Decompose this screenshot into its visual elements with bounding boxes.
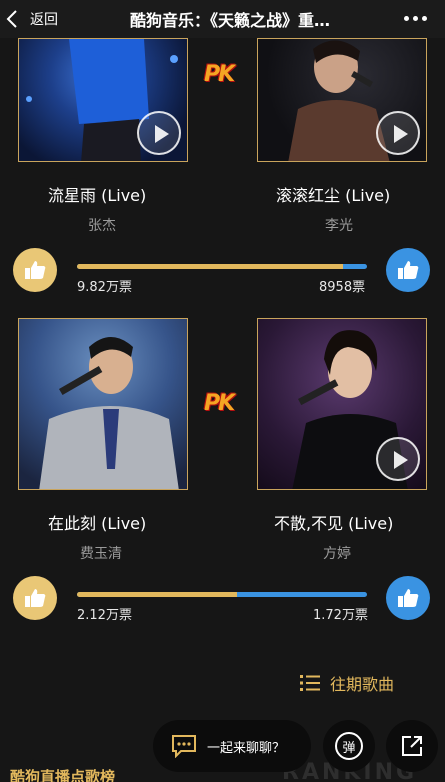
play-icon[interactable] [376, 111, 420, 155]
thumbs-up-icon [25, 261, 46, 279]
thumbs-up-icon [398, 589, 419, 607]
chat-placeholder: 一起来聊聊？ [207, 740, 286, 756]
section-title: 酷狗直播点歌榜 [10, 768, 116, 782]
history-label: 往期歌曲 [330, 675, 395, 694]
top-bar: 返回 酷狗音乐：《天籁之战》重… [0, 0, 445, 38]
left-singer-2: 费玉清 [80, 546, 122, 562]
more-button[interactable] [404, 16, 427, 21]
left-cover-1[interactable] [18, 38, 188, 162]
play-icon[interactable] [137, 111, 181, 155]
thumbs-up-icon [398, 261, 419, 279]
thumbs-up-icon [25, 589, 46, 607]
right-singer-1: 李光 [325, 218, 353, 234]
more-dots-icon [404, 16, 409, 21]
back-button[interactable]: 返回 [6, 6, 58, 32]
left-song-title-1[interactable]: 流星雨 (Live) [48, 182, 146, 206]
danmu-label: 弹 [335, 732, 363, 760]
share-button[interactable] [386, 720, 438, 772]
singer-figure [39, 337, 179, 489]
right-vote-count-2: 1.72万票 [313, 608, 368, 623]
right-song-title-2[interactable]: 不散,不见 (Live) [274, 510, 393, 534]
vote-ratio-fill-2 [77, 592, 238, 597]
vote-right-button-2[interactable] [386, 576, 430, 620]
right-song-title-1[interactable]: 滚滚红尘 (Live) [276, 182, 390, 206]
right-cover-1[interactable] [257, 38, 427, 162]
vote-ratio-bar-2 [77, 592, 367, 597]
vote-right-button-1[interactable] [386, 248, 430, 292]
left-song-title-2[interactable]: 在此刻 (Live) [48, 510, 146, 534]
left-cover-2[interactable] [18, 318, 188, 490]
right-cover-2[interactable] [257, 318, 427, 490]
chat-input-button[interactable]: 一起来聊聊？ [153, 720, 311, 772]
vote-ratio-bar-1 [77, 264, 367, 269]
right-singer-2: 方婷 [323, 546, 351, 562]
vote-left-button-2[interactable] [13, 576, 57, 620]
back-label: 返回 [30, 12, 58, 28]
pk-badge: PK [204, 62, 235, 87]
chat-bubble-icon [172, 735, 196, 758]
list-icon [300, 675, 320, 691]
play-icon[interactable] [376, 437, 420, 481]
vote-ratio-fill-1 [77, 264, 343, 269]
share-icon [402, 736, 422, 756]
vote-left-button-1[interactable] [13, 248, 57, 292]
history-songs-link[interactable]: 往期歌曲 [300, 671, 394, 695]
right-vote-count-1: 8958票 [319, 280, 366, 295]
page-title: 酷狗音乐：《天籁之战》重… [130, 11, 331, 30]
danmu-toggle-button[interactable]: 弹 [323, 720, 375, 772]
left-singer-1: 张杰 [88, 218, 116, 234]
left-vote-count-1: 9.82万票 [77, 280, 132, 295]
back-chevron-icon [6, 10, 17, 28]
pk-badge: PK [204, 391, 235, 416]
left-vote-count-2: 2.12万票 [77, 608, 132, 623]
